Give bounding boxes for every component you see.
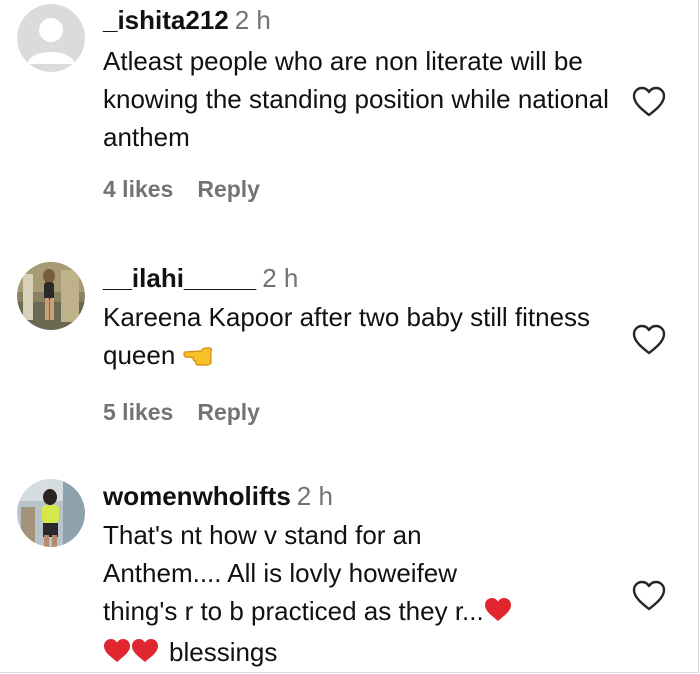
reply-button[interactable]: Reply: [197, 399, 260, 425]
profile-photo: [17, 262, 85, 330]
comment-actions: 4 likes Reply: [103, 176, 623, 203]
likes-count[interactable]: 5 likes: [103, 399, 173, 425]
avatar[interactable]: [17, 262, 85, 330]
red-heart-emoji: [103, 636, 131, 674]
heart-outline-icon[interactable]: [632, 580, 666, 612]
red-heart-emoji: [131, 636, 159, 674]
likes-count[interactable]: 4 likes: [103, 176, 173, 202]
comment-text-content: Atleast people who are non literate will…: [103, 46, 609, 152]
timestamp: 2 h: [296, 481, 333, 511]
default-avatar-icon: [17, 4, 85, 72]
comments-panel: _ishita212 2 h Atleast people who are non…: [0, 0, 699, 673]
backhand-index-pointing-left-emoji: [182, 339, 213, 377]
comment-header: __ilahi_____ 2 h: [103, 262, 623, 294]
comment-text-line: blessings: [103, 633, 623, 674]
comment-text: That's nt how v stand for an Anthem.... …: [103, 516, 623, 674]
username[interactable]: __ilahi_____: [103, 263, 256, 293]
comment-actions: 5 likes Reply: [103, 399, 623, 426]
avatar[interactable]: [17, 4, 85, 72]
timestamp: 2 h: [262, 263, 299, 293]
comment-text: Kareena Kapoor after two baby still fitn…: [103, 298, 603, 377]
heart-outline-icon[interactable]: [632, 86, 666, 118]
comment-text-content: Kareena Kapoor after two baby still fitn…: [103, 302, 591, 370]
heart-outline-icon[interactable]: [632, 324, 666, 356]
avatar[interactable]: [17, 479, 85, 547]
timestamp: 2 h: [234, 5, 271, 35]
comment-item: _ishita212 2 h Atleast people who are non…: [0, 0, 700, 230]
comment-text-content: thing's r to b practiced as they r...: [103, 596, 484, 626]
comment-text-line: thing's r to b practiced as they r...: [103, 592, 623, 633]
comment-text-line: That's nt how v stand for an: [103, 520, 422, 550]
comment-text-line: Anthem.... All is lovly howeifew: [103, 558, 458, 588]
comment-header: womenwholifts 2 h: [103, 480, 623, 512]
comment-text: Atleast people who are non literate will…: [103, 42, 623, 156]
comment-text-content: blessings: [169, 637, 278, 667]
profile-photo: [17, 479, 85, 547]
red-heart-emoji: [484, 595, 512, 633]
comment-header: _ishita212 2 h: [103, 4, 623, 36]
reply-button[interactable]: Reply: [197, 176, 260, 202]
username[interactable]: _ishita212: [103, 5, 229, 35]
username[interactable]: womenwholifts: [103, 481, 291, 511]
